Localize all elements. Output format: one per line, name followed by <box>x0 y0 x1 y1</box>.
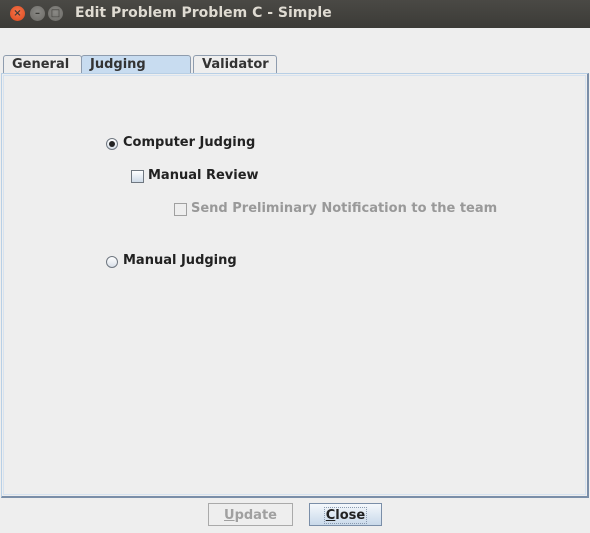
manual-review-checkbox[interactable] <box>131 170 144 183</box>
window-title: Edit Problem Problem C - Simple <box>75 5 332 21</box>
manual-judging-radio[interactable] <box>106 256 118 268</box>
minimize-window-button[interactable]: – <box>30 6 45 21</box>
focus-ring: Close <box>323 507 368 524</box>
update-button[interactable]: Update <box>208 503 293 526</box>
close-icon: × <box>13 8 22 19</box>
close-button[interactable]: Close <box>309 503 382 526</box>
computer-judging-label[interactable]: Computer Judging <box>123 135 255 150</box>
judging-type-panel <box>1 73 589 498</box>
close-window-button[interactable]: × <box>10 6 25 21</box>
send-preliminary-checkbox[interactable] <box>174 203 187 216</box>
tab-judging-type[interactable]: Judging Type <box>81 55 191 90</box>
maximize-icon: □ <box>50 8 61 19</box>
maximize-window-button[interactable]: □ <box>48 6 63 21</box>
tab-general[interactable]: General <box>3 55 82 74</box>
title-bar: × – □ Edit Problem Problem C - Simple <box>0 0 590 28</box>
minimize-icon: – <box>35 8 40 19</box>
send-preliminary-label: Send Preliminary Notification to the tea… <box>191 201 498 216</box>
radio-selected-dot <box>109 141 115 147</box>
manual-judging-label[interactable]: Manual Judging <box>123 253 237 268</box>
manual-review-label[interactable]: Manual Review <box>148 168 259 183</box>
computer-judging-radio[interactable] <box>106 138 118 150</box>
tab-validator[interactable]: Validator <box>193 55 277 74</box>
